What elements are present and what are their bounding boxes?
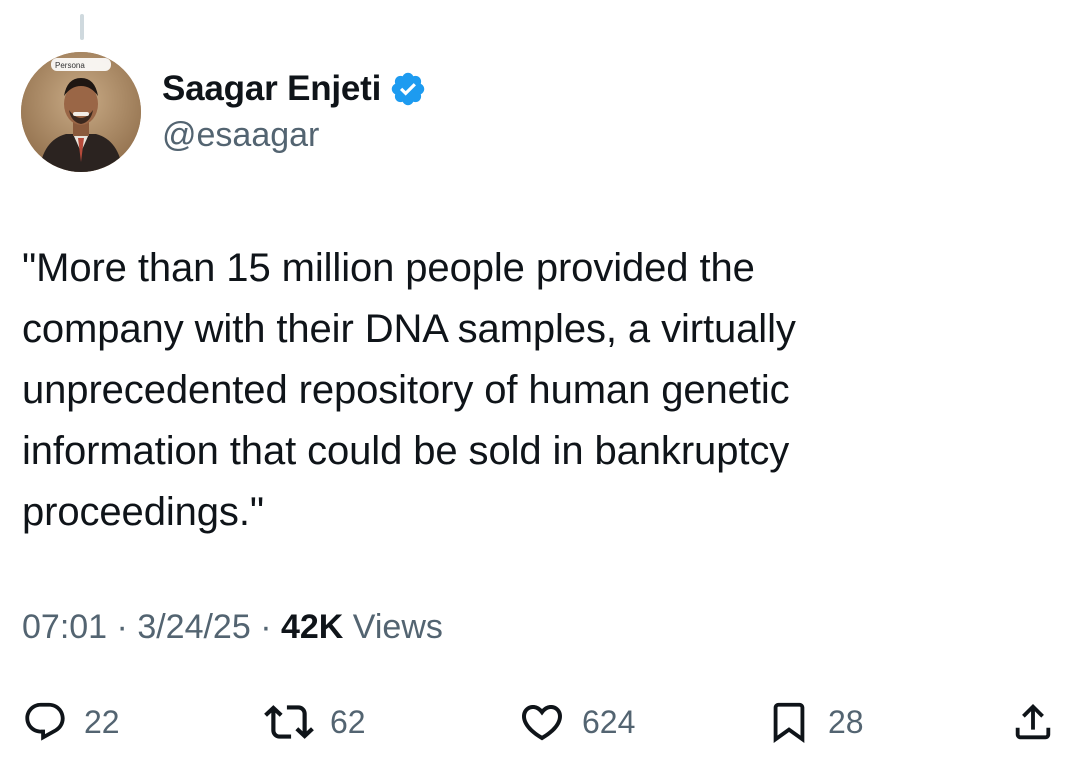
reply-icon: [22, 699, 68, 745]
like-icon: [518, 698, 566, 746]
repost-button[interactable]: 62: [264, 692, 366, 752]
author-name[interactable]: Saagar Enjeti: [162, 69, 381, 109]
action-bar: 22 62 624 28: [0, 692, 1080, 752]
reply-count: 22: [84, 703, 120, 740]
reply-button[interactable]: 22: [22, 692, 120, 752]
author-block: Saagar Enjeti @esaagar: [162, 64, 427, 155]
tweet-time[interactable]: 07:01: [22, 608, 107, 647]
like-count: 624: [582, 703, 636, 740]
bookmark-button[interactable]: 28: [766, 692, 864, 752]
avatar-badge-text: Persona: [55, 61, 85, 70]
avatar[interactable]: Persona: [21, 52, 141, 172]
share-icon: [1010, 698, 1056, 746]
like-button[interactable]: 624: [518, 692, 635, 752]
author-name-row: Saagar Enjeti: [162, 64, 427, 114]
share-button[interactable]: [1010, 692, 1056, 752]
author-handle[interactable]: @esaagar: [162, 116, 427, 155]
bookmark-count: 28: [828, 703, 864, 740]
verified-badge-icon[interactable]: [389, 70, 427, 108]
bookmark-icon: [766, 697, 812, 747]
persona-badge: Persona: [51, 58, 111, 71]
views-label: Views: [343, 608, 443, 646]
repost-count: 62: [330, 703, 366, 740]
meta-separator: ·: [107, 608, 138, 646]
meta-separator: ·: [250, 608, 281, 646]
tweet-meta: 07:01 · 3/24/25 · 42K Views: [22, 608, 443, 647]
views-count[interactable]: 42K: [281, 608, 343, 647]
thread-connector-line: [80, 14, 84, 40]
tweet-date[interactable]: 3/24/25: [137, 608, 250, 647]
tweet-text: "More than 15 million people provided th…: [22, 246, 796, 534]
repost-icon: [264, 697, 314, 747]
